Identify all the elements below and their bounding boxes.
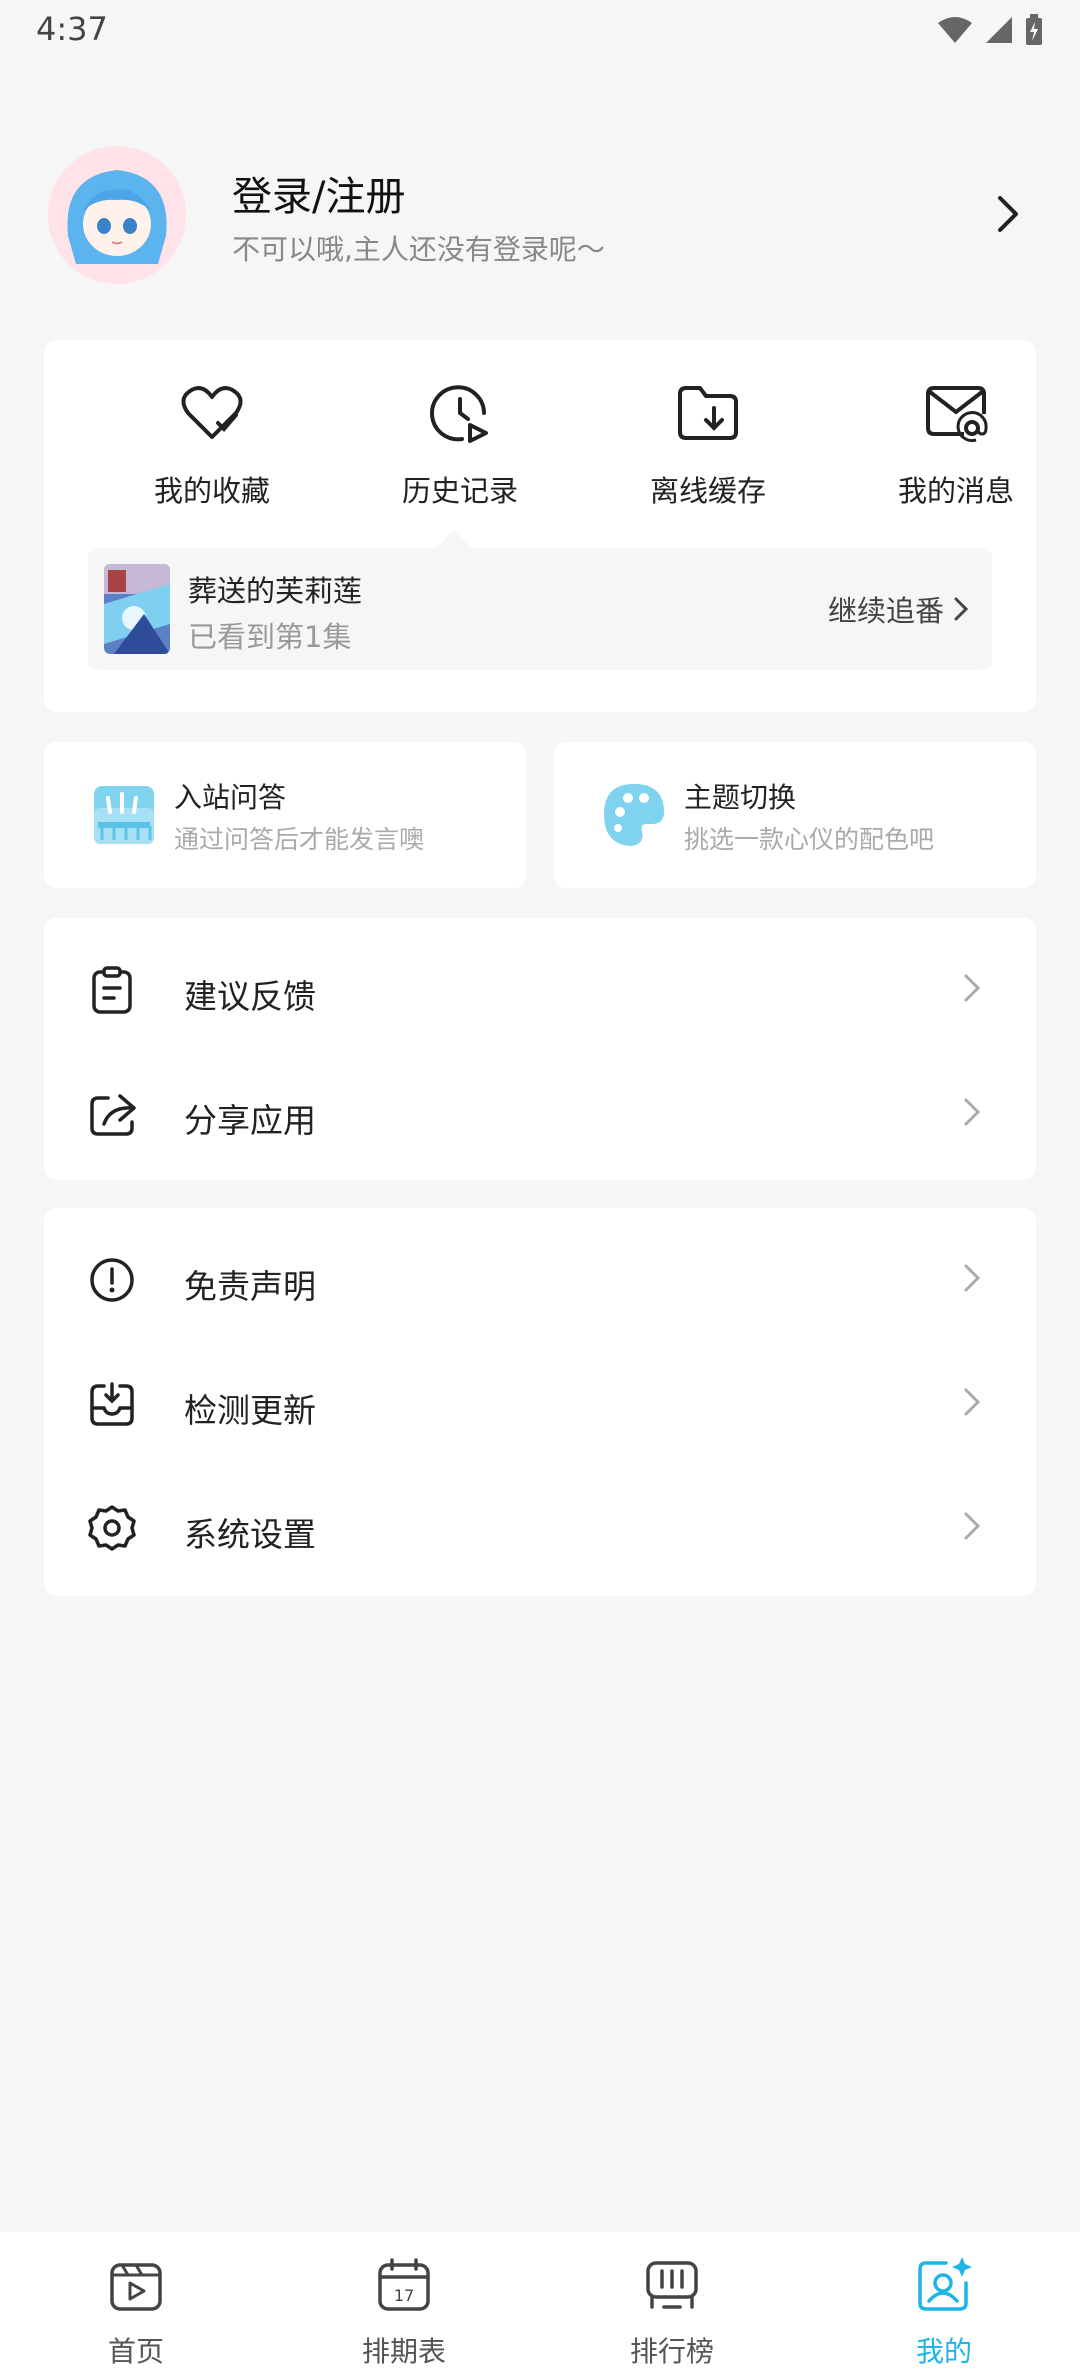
history-pointer	[436, 530, 472, 548]
folder-download-icon	[678, 386, 738, 440]
continue-watching-label: 继续追番	[827, 594, 944, 628]
quiz-title: 入站问答	[174, 781, 287, 814]
theme-card[interactable]: 主题切换 挑选一款心仪的配色吧	[554, 742, 1036, 888]
theme-title: 主题切换	[684, 781, 797, 814]
quick-messages[interactable]: 我的消息	[856, 380, 1056, 510]
nav-ranking[interactable]: 排行榜	[602, 2252, 742, 2370]
nav-home[interactable]: 首页	[66, 2252, 206, 2370]
continue-watching-button[interactable]: 继续追番	[828, 588, 968, 630]
calendar-icon: 17	[378, 2258, 430, 2311]
svg-text:17: 17	[394, 2286, 414, 2305]
nav-mine[interactable]: 我的	[874, 2252, 1014, 2370]
chevron-right-icon	[954, 597, 968, 621]
chevron-right-icon	[964, 1098, 980, 1126]
login-hint: 不可以哦,主人还没有登录呢～	[232, 233, 605, 266]
quick-messages-label: 我的消息	[897, 474, 1014, 508]
alert-circle-icon	[90, 1258, 134, 1302]
check-update-row[interactable]: 检测更新	[44, 1342, 1036, 1466]
list-group-system: 免责声明 检测更新 系统设置	[44, 1208, 1036, 1596]
mail-at-icon	[926, 386, 988, 442]
status-icons	[936, 14, 1044, 46]
bottom-nav: 首页 17 排期表 排行榜 我的	[0, 2232, 1080, 2376]
quiz-subtitle: 通过问答后才能发言噢	[174, 825, 425, 854]
nav-schedule-label: 排期表	[361, 2335, 446, 2368]
status-time: 4:37	[36, 10, 108, 48]
avatar[interactable]	[48, 146, 186, 284]
gear-icon	[88, 1505, 136, 1551]
chevron-right-icon	[964, 1512, 980, 1540]
heart-check-icon	[181, 386, 243, 439]
user-star-icon	[918, 2257, 972, 2311]
profile-header[interactable]: 登录/注册 不可以哦,主人还没有登录呢～	[48, 146, 1032, 286]
share-app-row[interactable]: 分享应用	[44, 1052, 1036, 1176]
anime-title: 葬送的芙莉莲	[188, 574, 363, 608]
quick-offline-cache-label: 离线缓存	[649, 474, 766, 508]
system-settings-label: 系统设置	[184, 1515, 316, 1554]
anime-cover	[104, 564, 170, 654]
quiz-icon	[94, 786, 154, 844]
chevron-right-icon	[964, 1388, 980, 1416]
wifi-icon	[938, 17, 972, 43]
palette-icon	[604, 784, 664, 846]
chevron-right-icon	[964, 1264, 980, 1292]
chevron-right-icon[interactable]	[996, 194, 1020, 234]
inbox-download-icon	[90, 1382, 134, 1426]
anime-progress: 已看到第1集	[188, 620, 352, 654]
status-bar: 4:37	[0, 0, 1080, 60]
list-group-feedback: 建议反馈 分享应用	[44, 918, 1036, 1180]
quick-favorites-label: 我的收藏	[153, 474, 270, 508]
check-update-label: 检测更新	[184, 1391, 316, 1430]
feedback-label: 建议反馈	[184, 977, 316, 1016]
disclaimer-row[interactable]: 免责声明	[44, 1218, 1036, 1342]
quiz-card[interactable]: 入站问答 通过问答后才能发言噢	[44, 742, 526, 888]
quick-history-label: 历史记录	[401, 474, 518, 508]
share-icon	[90, 1094, 136, 1136]
login-register-title[interactable]: 登录/注册	[232, 164, 405, 222]
clipboard-icon	[92, 966, 132, 1014]
nav-schedule[interactable]: 17 排期表	[334, 2252, 474, 2370]
chevron-right-icon	[964, 974, 980, 1002]
disclaimer-label: 免责声明	[184, 1267, 316, 1306]
signal-icon	[986, 17, 1012, 43]
theme-subtitle: 挑选一款心仪的配色吧	[684, 825, 935, 854]
system-settings-row[interactable]: 系统设置	[44, 1466, 1036, 1590]
quick-offline-cache[interactable]: 离线缓存	[608, 380, 808, 510]
quick-history[interactable]: 历史记录	[360, 380, 560, 510]
home-play-icon	[110, 2263, 162, 2311]
nav-ranking-label: 排行榜	[629, 2335, 714, 2368]
ranking-icon	[646, 2261, 698, 2309]
share-app-label: 分享应用	[184, 1101, 316, 1140]
quick-favorites[interactable]: 我的收藏	[112, 380, 312, 510]
continue-watching-bar[interactable]: 葬送的芙莉莲 已看到第1集 继续追番	[88, 548, 992, 670]
nav-mine-label: 我的	[915, 2335, 972, 2368]
battery-icon	[1026, 14, 1042, 45]
feedback-row[interactable]: 建议反馈	[44, 928, 1036, 1052]
clock-play-icon	[430, 385, 488, 443]
quick-actions-card: 我的收藏 历史记录 离线缓存 我的消息 葬送的芙莉莲 已看到第1集 继续追番	[44, 340, 1036, 712]
nav-home-label: 首页	[107, 2335, 164, 2368]
